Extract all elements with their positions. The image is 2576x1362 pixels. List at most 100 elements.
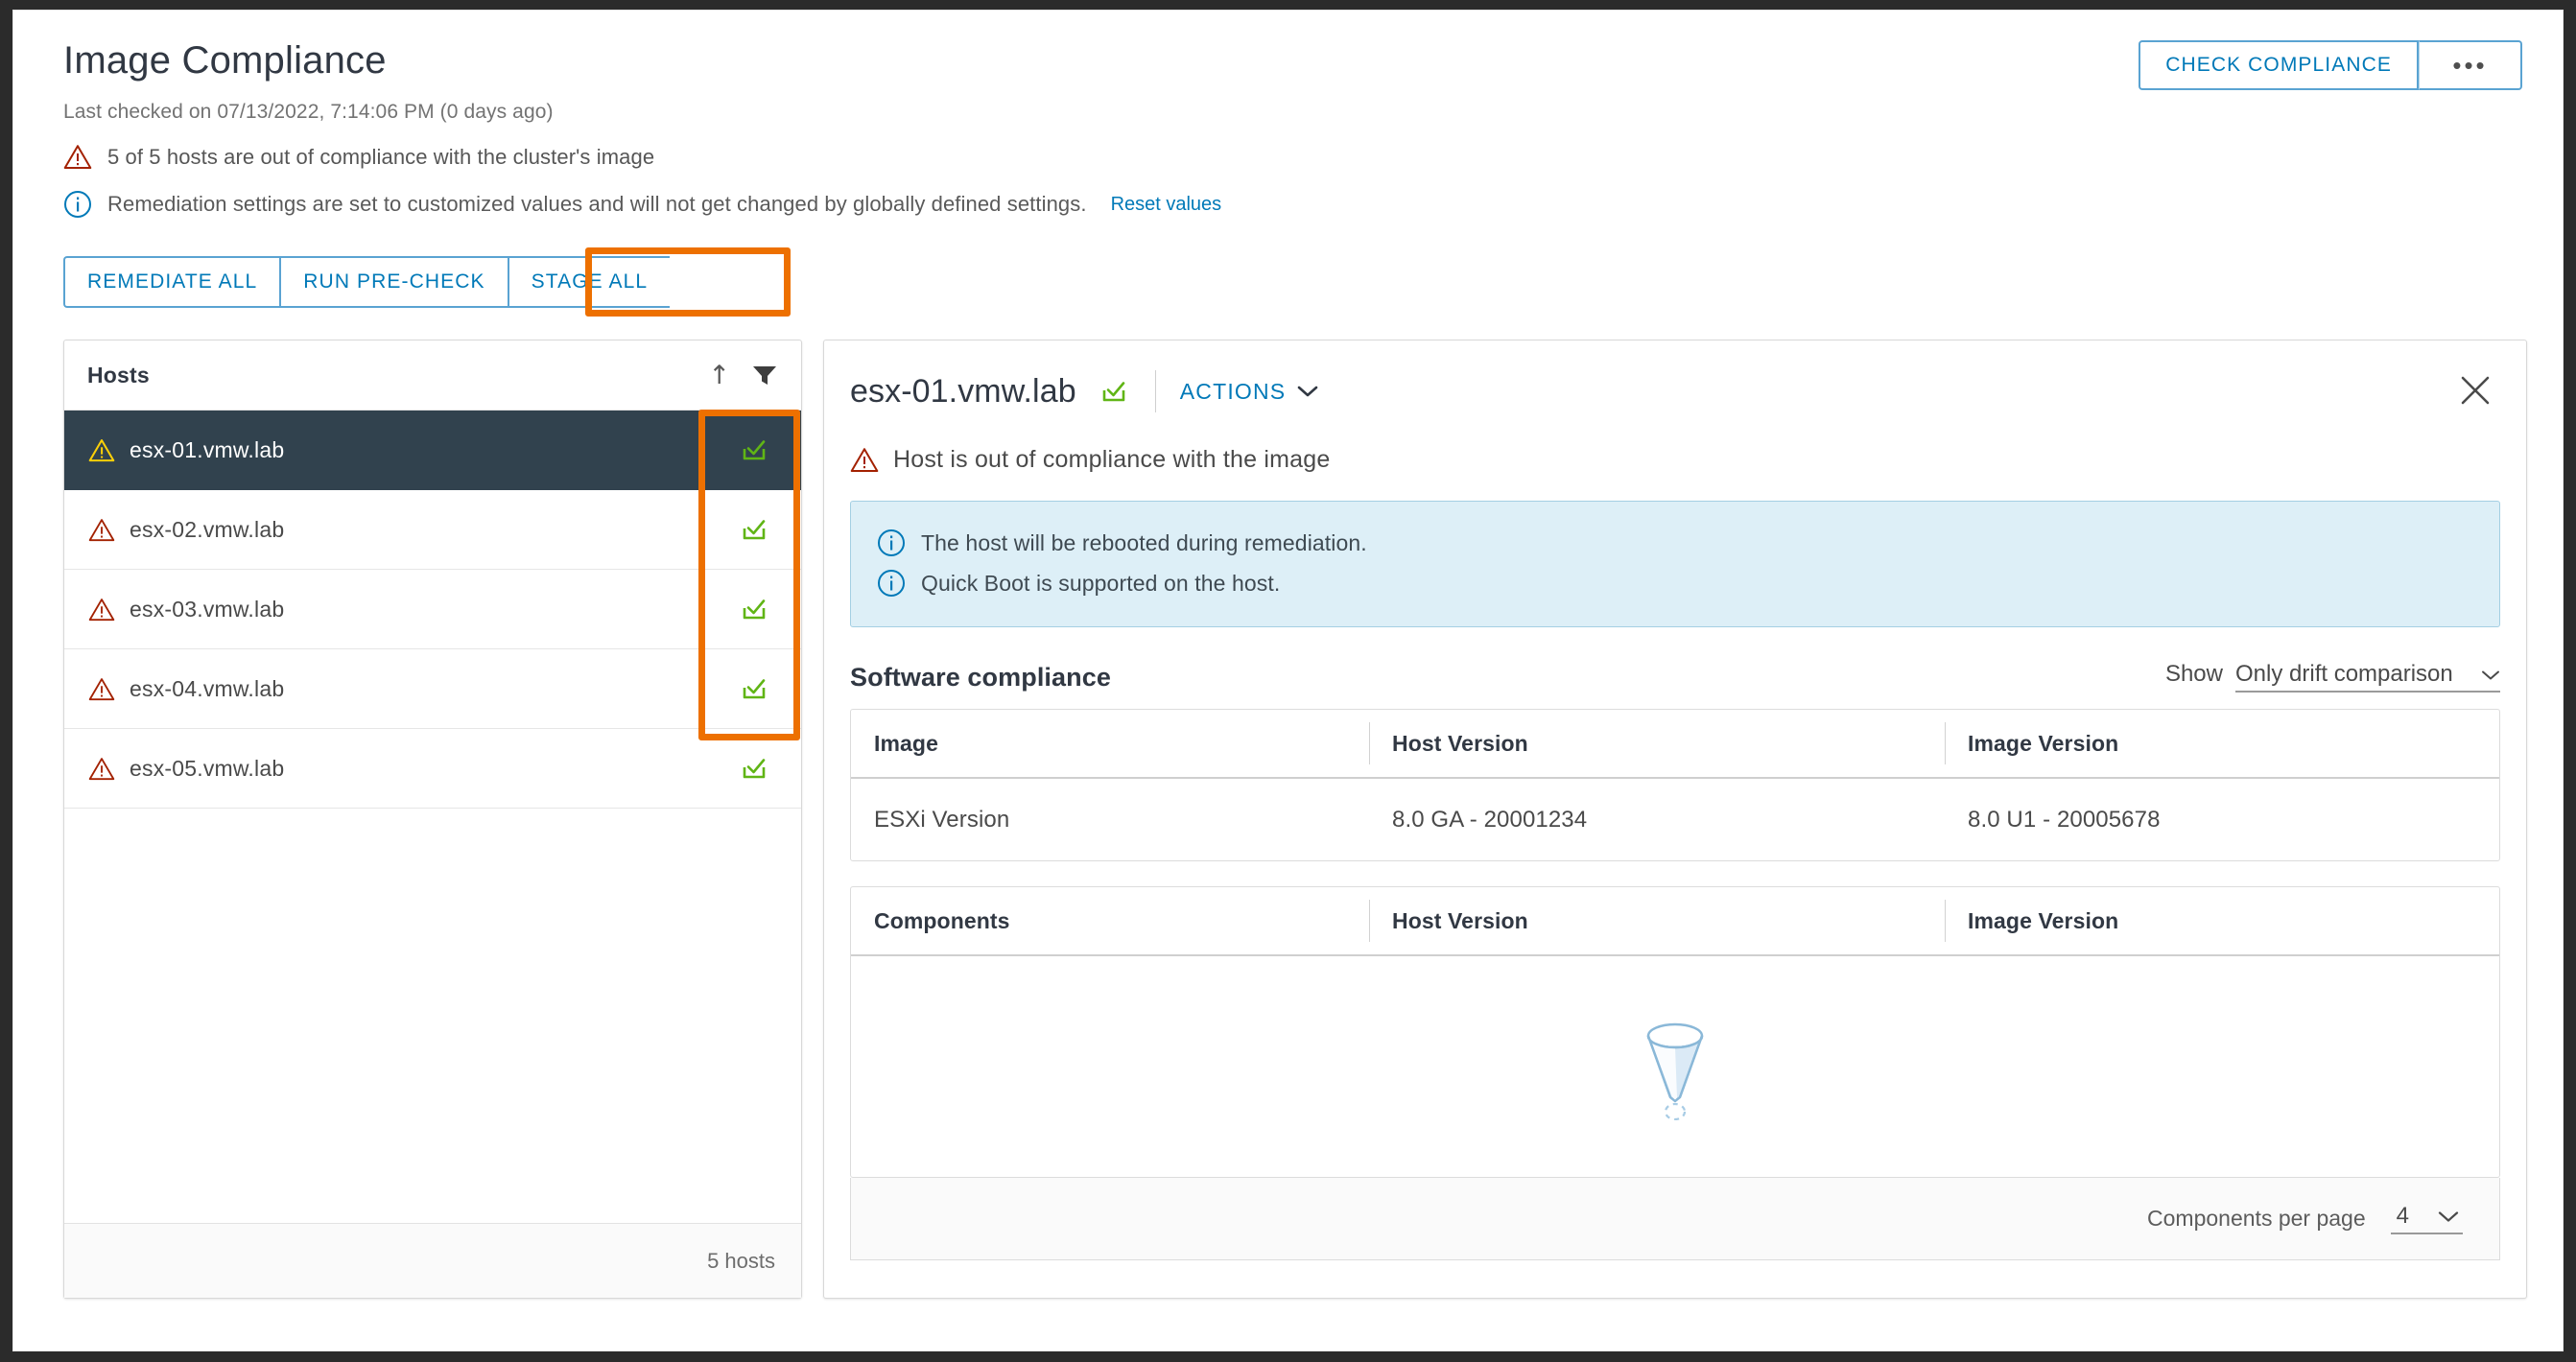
alert-text: Quick Boot is supported on the host. — [921, 570, 1281, 596]
table-header-row: Image Host Version Image Version — [851, 710, 2499, 779]
stage-status-cell[interactable] — [707, 490, 801, 569]
page-header: Image Compliance Last checked on 07/13/2… — [13, 11, 2563, 219]
chevron-down-icon — [1297, 385, 1318, 398]
compliance-warning-text: 5 of 5 hosts are out of compliance with … — [107, 144, 655, 169]
components-empty-state — [851, 956, 2499, 1177]
components-compliance-table: Components Host Version Image Version — [850, 886, 2500, 1178]
host-row-esx-03[interactable]: esx-03.vmw.lab — [64, 570, 801, 649]
header-action-group: CHECK COMPLIANCE ••• — [2139, 40, 2522, 90]
components-per-page-select[interactable]: 4 — [2390, 1203, 2463, 1234]
alert-text: The host will be rebooted during remedia… — [921, 529, 1367, 555]
remediation-button-bar: REMEDIATE ALL RUN PRE-CHECK STAGE ALL — [63, 247, 791, 317]
host-name-label: esx-01.vmw.lab — [130, 436, 285, 462]
stage-status-cell[interactable] — [707, 729, 801, 808]
alert-line-quickboot: Quick Boot is supported on the host. — [851, 563, 2499, 603]
image-compliance-table: Image Host Version Image Version ESXi Ve… — [850, 709, 2500, 861]
column-header-host-version: Host Version — [1369, 710, 1945, 777]
detail-host-name: esx-01.vmw.lab — [850, 372, 1076, 410]
chevron-down-icon — [2481, 666, 2500, 685]
remediation-info-text: Remediation settings are set to customiz… — [107, 192, 1087, 216]
host-name-label: esx-05.vmw.lab — [130, 755, 285, 781]
cell-host-version: 8.0 GA - 20001234 — [1392, 806, 1588, 833]
actions-label: ACTIONS — [1179, 378, 1287, 404]
host-name-label: esx-04.vmw.lab — [130, 675, 285, 701]
host-row-esx-04[interactable]: esx-04.vmw.lab — [64, 649, 801, 729]
warning-triangle-icon — [88, 757, 115, 781]
warning-triangle-icon — [88, 438, 115, 462]
hosts-column-header: Hosts — [87, 362, 150, 387]
staged-check-tray-icon — [743, 679, 766, 699]
remediation-alert-box: The host will be rebooted during remedia… — [850, 501, 2500, 627]
staged-check-tray-icon — [743, 599, 766, 620]
host-name-label: esx-03.vmw.lab — [130, 596, 285, 622]
warning-triangle-icon — [88, 598, 115, 622]
components-pagination-footer: Components per page 4 — [850, 1178, 2500, 1260]
compliance-warning-row: 5 of 5 hosts are out of compliance with … — [63, 144, 2522, 170]
stage-status-cell[interactable] — [707, 570, 801, 648]
more-options-button[interactable]: ••• — [2419, 40, 2522, 90]
filter-icon[interactable] — [751, 364, 778, 387]
host-name-label: esx-02.vmw.lab — [130, 516, 285, 542]
column-header-components: Components — [874, 907, 1010, 933]
warning-triangle-icon — [88, 677, 115, 701]
check-compliance-button[interactable]: CHECK COMPLIANCE — [2139, 40, 2419, 90]
alert-line-reboot: The host will be rebooted during remedia… — [851, 523, 2499, 563]
hosts-count-label: 5 hosts — [707, 1248, 775, 1273]
host-detail-panel: esx-01.vmw.lab ACTIONS Host is out of co… — [823, 340, 2527, 1299]
remediation-info-row: Remediation settings are set to customiz… — [63, 190, 2522, 219]
screen: Image Compliance Last checked on 07/13/2… — [0, 0, 2576, 1362]
host-row-esx-01[interactable]: esx-01.vmw.lab — [64, 411, 801, 490]
host-row-esx-05[interactable]: esx-05.vmw.lab — [64, 729, 801, 809]
hosts-list: esx-01.vmw.lab esx-02.vmw.lab esx-03.vmw… — [64, 411, 801, 1223]
column-header-image: Image — [874, 730, 938, 756]
main-content: Hosts ↑ esx-01.vmw.lab esx-02.vmw.lab es… — [63, 340, 2527, 1299]
warning-triangle-icon — [63, 144, 92, 170]
show-label: Show — [2164, 661, 2223, 687]
cell-image: ESXi Version — [874, 806, 1010, 833]
column-header-host-version: Host Version — [1369, 887, 1945, 954]
show-filter-group: Show Only drift comparison — [2165, 661, 2500, 693]
table-row: ESXi Version 8.0 GA - 20001234 8.0 U1 - … — [851, 779, 2499, 860]
drift-comparison-value: Only drift comparison — [2235, 661, 2453, 687]
info-circle-icon — [877, 528, 906, 557]
stage-status-cell[interactable] — [707, 649, 801, 728]
info-circle-icon — [63, 190, 92, 219]
hosts-panel-footer: 5 hosts — [64, 1223, 801, 1298]
staged-check-tray-icon — [1098, 377, 1130, 406]
hosts-header-tools: ↑ — [708, 363, 778, 388]
sort-ascending-icon[interactable]: ↑ — [708, 363, 730, 388]
host-row-esx-02[interactable]: esx-02.vmw.lab — [64, 490, 801, 570]
cell-image-version: 8.0 U1 - 20005678 — [1968, 806, 2161, 833]
host-compliance-status-text: Host is out of compliance with the image — [893, 446, 1331, 473]
remediate-all-button[interactable]: REMEDIATE ALL — [63, 256, 280, 308]
warning-triangle-icon — [88, 518, 115, 542]
close-icon[interactable] — [2459, 374, 2492, 407]
components-per-page-value: 4 — [2396, 1203, 2409, 1229]
chevron-down-icon — [2438, 1208, 2459, 1227]
empty-funnel-icon — [1629, 1013, 1721, 1121]
hosts-panel-header: Hosts ↑ — [64, 340, 801, 411]
staged-check-tray-icon — [743, 440, 766, 460]
host-compliance-status-row: Host is out of compliance with the image — [850, 446, 2526, 474]
software-compliance-title: Software compliance — [850, 663, 1111, 692]
run-pre-check-button[interactable]: RUN PRE-CHECK — [279, 256, 508, 308]
software-compliance-header: Software compliance Show Only drift comp… — [850, 661, 2500, 693]
staged-check-tray-icon — [743, 759, 766, 779]
hosts-panel: Hosts ↑ esx-01.vmw.lab esx-02.vmw.lab es… — [63, 340, 802, 1299]
column-header-image-version: Image Version — [1945, 710, 2499, 777]
header-divider — [1154, 370, 1156, 412]
warning-triangle-icon — [850, 447, 879, 473]
table-header-row: Components Host Version Image Version — [851, 887, 2499, 956]
reset-values-link[interactable]: Reset values — [1111, 194, 1222, 216]
detail-panel-header: esx-01.vmw.lab ACTIONS — [824, 340, 2526, 412]
components-per-page-label: Components per page — [2147, 1206, 2366, 1231]
last-checked-text: Last checked on 07/13/2022, 7:14:06 PM (… — [63, 101, 554, 123]
stage-status-cell[interactable] — [707, 411, 801, 489]
drift-comparison-select[interactable]: Only drift comparison — [2235, 661, 2500, 693]
actions-dropdown-button[interactable]: ACTIONS — [1180, 379, 1319, 405]
staged-check-tray-icon — [743, 520, 766, 540]
column-header-image-version: Image Version — [1945, 887, 2499, 954]
info-circle-icon — [877, 569, 906, 598]
stage-all-button[interactable]: STAGE ALL — [507, 256, 671, 308]
page-root: Image Compliance Last checked on 07/13/2… — [12, 10, 2564, 1351]
